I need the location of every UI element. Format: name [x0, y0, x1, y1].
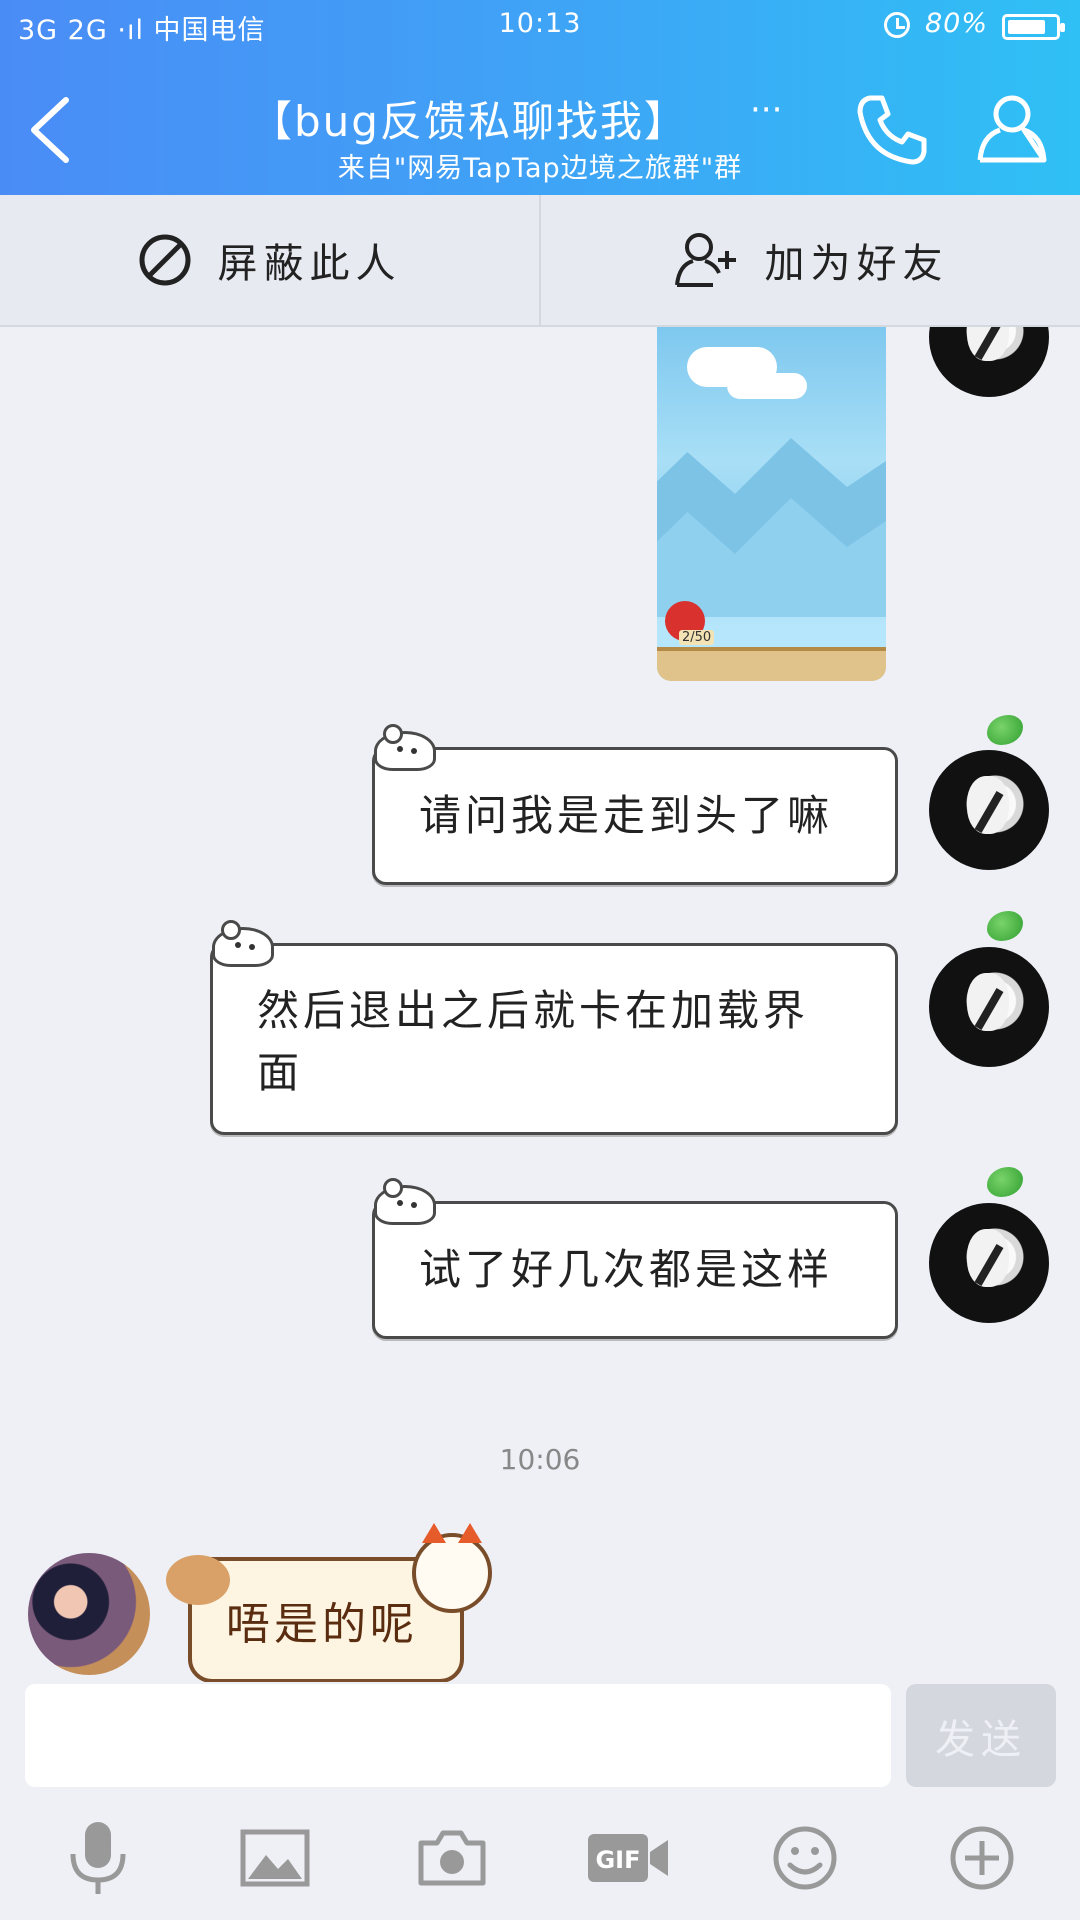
bear-decoration-icon: [212, 920, 274, 967]
image-icon[interactable]: [230, 1813, 320, 1903]
profile-icon[interactable]: [976, 92, 1048, 164]
self-avatar[interactable]: [929, 327, 1049, 397]
game-score: 2/50: [679, 630, 715, 645]
bear-decoration-icon: [374, 1178, 436, 1225]
camera-icon[interactable]: [407, 1813, 497, 1903]
message-timestamp: 10:06: [499, 1443, 581, 1476]
chat-title: 【bug反馈私聊找我】: [250, 97, 688, 146]
message-bubble[interactable]: 然后退出之后就卡在加载界面: [210, 943, 898, 1135]
block-user-button[interactable]: 屏蔽此人: [0, 195, 539, 325]
send-button[interactable]: 发送: [906, 1684, 1056, 1787]
gif-icon[interactable]: GIF: [583, 1813, 673, 1903]
reply-text: 唔是的呢: [226, 1599, 418, 1650]
svg-text:GIF: GIF: [596, 1846, 641, 1874]
battery-icon: [1002, 14, 1065, 40]
more-icon: ···: [750, 90, 783, 130]
message-list[interactable]: 2/50 请问我是走到头了嘛 然后退出之后就卡在加载界面 试了好几次都是这样 1…: [0, 327, 1080, 1682]
add-friend-label: 加为好友: [764, 241, 949, 287]
phone-icon[interactable]: [852, 90, 932, 170]
self-avatar[interactable]: [929, 947, 1049, 1067]
block-icon: [139, 234, 190, 286]
emoji-icon[interactable]: [760, 1813, 850, 1903]
input-row: 发送: [0, 1682, 1080, 1792]
add-friend-button[interactable]: 加为好友: [539, 195, 1080, 325]
lucky-cat-icon: [412, 1523, 492, 1613]
self-avatar[interactable]: [929, 1203, 1049, 1323]
stranger-action-bar: 屏蔽此人 加为好友: [0, 195, 1080, 327]
contact-avatar[interactable]: [28, 1553, 150, 1675]
input-toolbar: GIF: [0, 1795, 1080, 1920]
alarm-icon: [884, 12, 910, 38]
add-friend-icon: [674, 233, 736, 287]
bear-decoration-icon: [374, 724, 436, 771]
message-text: 然后退出之后就卡在加载界面: [257, 986, 810, 1097]
microphone-icon[interactable]: [53, 1813, 143, 1903]
status-time: 10:13: [498, 8, 582, 39]
self-avatar[interactable]: [929, 750, 1049, 870]
block-user-label: 屏蔽此人: [217, 241, 402, 287]
battery-percent: 80%: [924, 8, 988, 39]
message-bubble[interactable]: 请问我是走到头了嘛: [372, 747, 898, 885]
message-input[interactable]: [25, 1684, 891, 1787]
message-bubble[interactable]: 试了好几次都是这样: [372, 1201, 898, 1339]
chat-header: 3G 2G ·ıl 中国电信 10:13 80% 【bug反馈私聊找我】 ···…: [0, 0, 1080, 195]
message-text: 试了好几次都是这样: [419, 1245, 834, 1294]
message-text: 请问我是走到头了嘛: [419, 791, 834, 840]
sent-image[interactable]: 2/50: [657, 327, 886, 681]
plus-icon[interactable]: [937, 1813, 1027, 1903]
